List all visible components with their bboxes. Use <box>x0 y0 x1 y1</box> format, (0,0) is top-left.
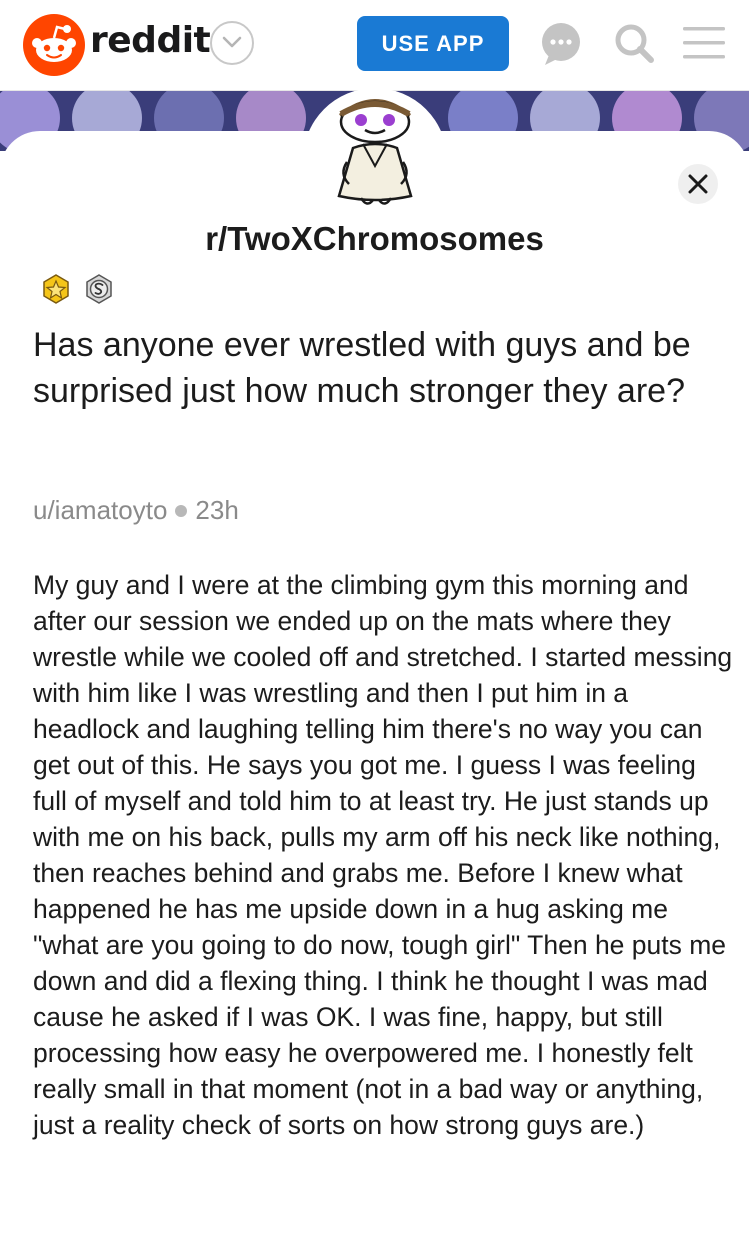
community-switcher-button[interactable] <box>210 21 254 65</box>
close-button[interactable] <box>678 164 718 204</box>
post-age: 23h <box>195 495 239 525</box>
hamburger-menu-icon[interactable] <box>683 25 725 61</box>
post-title[interactable]: Has anyone ever wrestled with guys and b… <box>33 322 723 414</box>
reddit-wordmark[interactable]: reddit <box>90 20 211 61</box>
chat-bubble-icon[interactable] <box>539 21 583 67</box>
post-meta: u/iamatoyto 23h <box>33 494 239 526</box>
meta-separator-dot <box>175 504 188 517</box>
use-app-button[interactable]: USE APP <box>357 16 509 71</box>
close-icon <box>688 174 708 194</box>
silver-award-icon[interactable] <box>84 273 114 305</box>
gold-star-award-icon[interactable] <box>40 273 72 305</box>
search-icon[interactable] <box>613 22 655 64</box>
post-body: My guy and I were at the climbing gym th… <box>33 570 733 1140</box>
chevron-down-icon <box>222 36 242 48</box>
reddit-alien-icon[interactable] <box>23 14 85 76</box>
top-nav-bar: reddit USE APP <box>0 0 749 91</box>
subreddit-name[interactable]: r/TwoXChromosomes <box>0 220 749 258</box>
post-author[interactable]: u/iamatoyto <box>33 495 167 525</box>
